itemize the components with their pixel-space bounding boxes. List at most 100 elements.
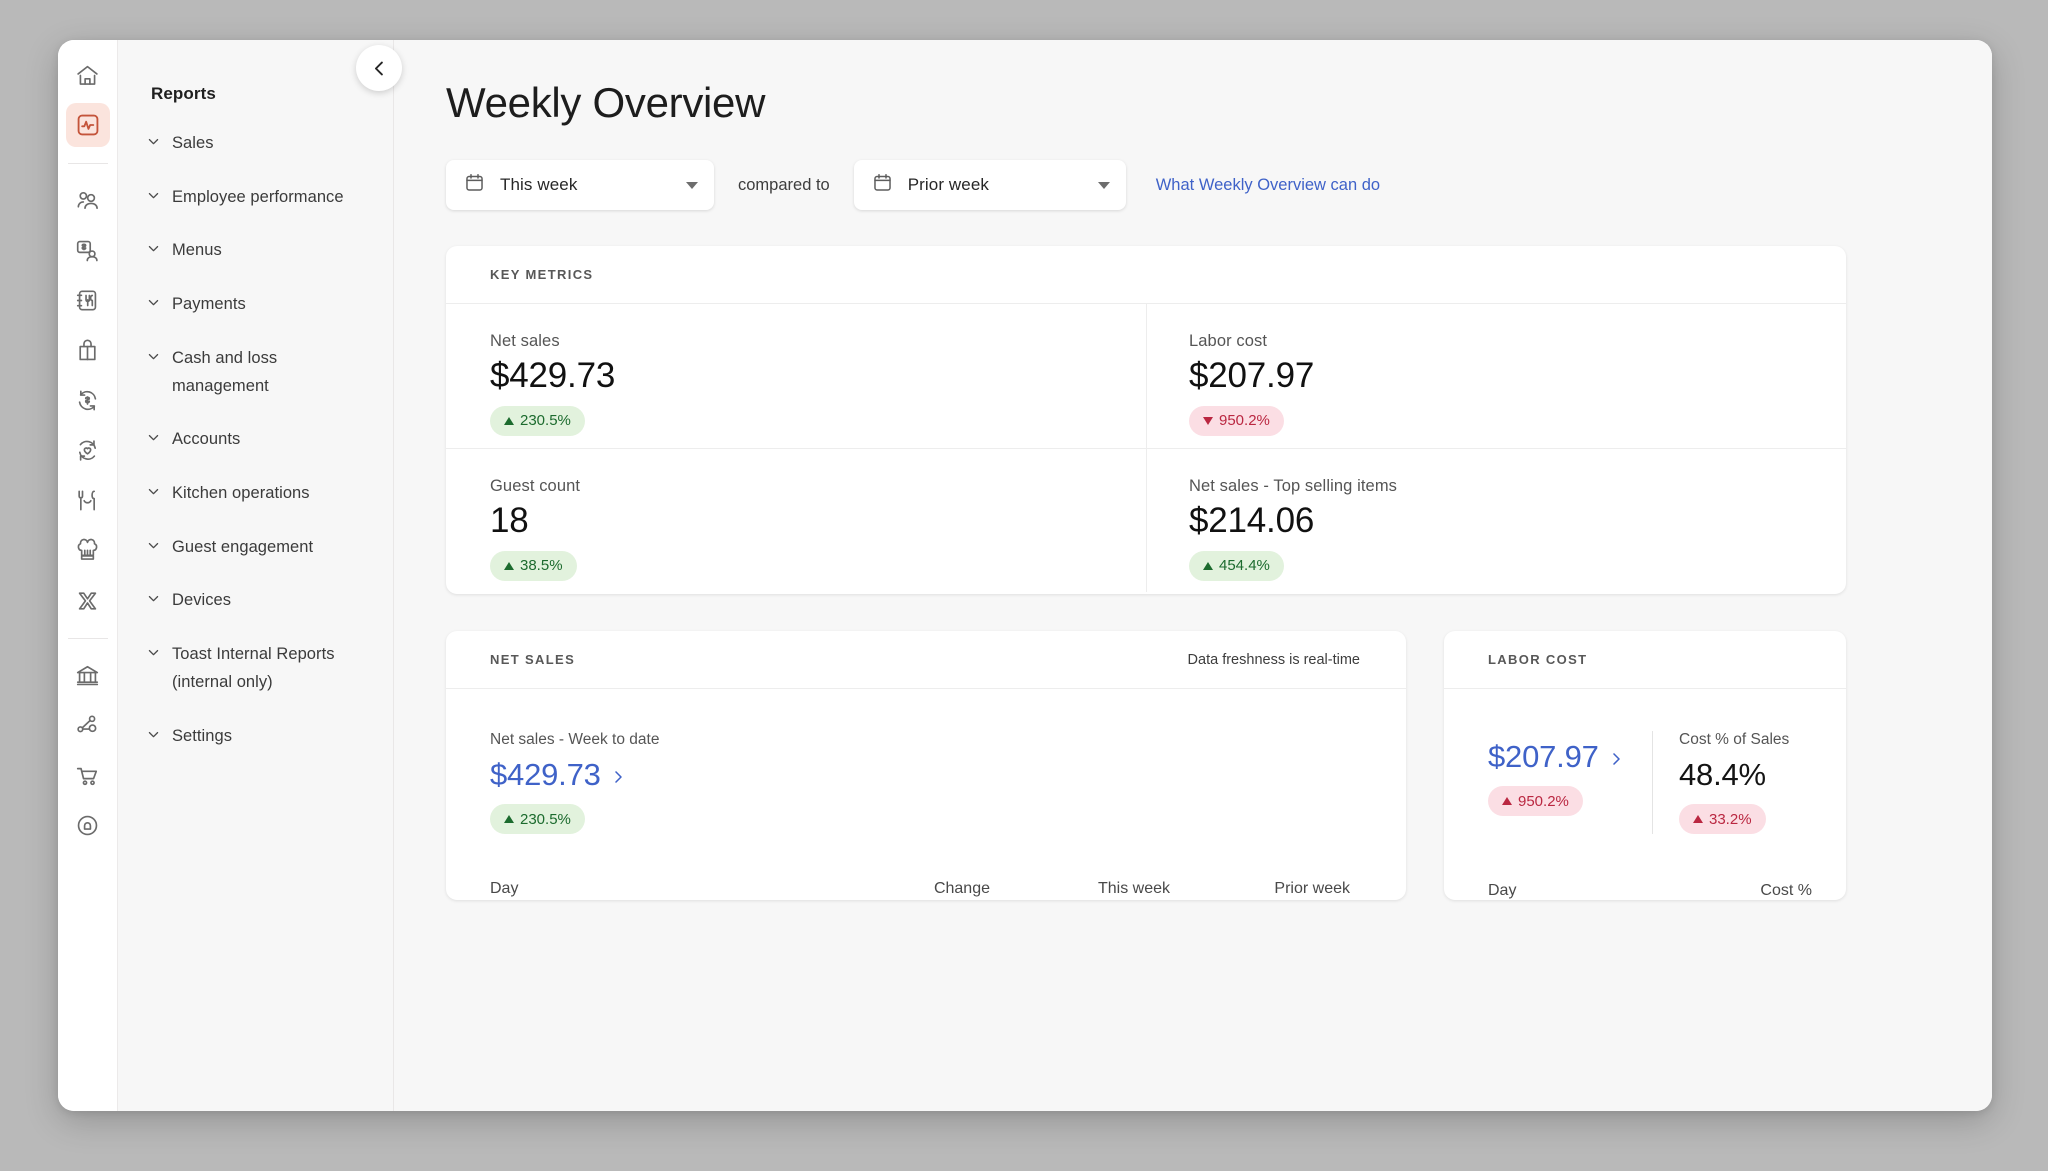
- column-header[interactable]: Day: [1488, 882, 1638, 900]
- sidebar-item-toast-internal-reports-internal-only[interactable]: Toast Internal Reports (internal only): [118, 641, 393, 696]
- sidebar-item-employee-performance[interactable]: Employee performance: [118, 184, 393, 212]
- chevron-left-icon: [370, 59, 389, 78]
- trend-down-icon: [1203, 417, 1213, 425]
- cost-pct-delta: 33.2%: [1709, 811, 1752, 828]
- sidebar-item-payments[interactable]: Payments: [118, 291, 393, 319]
- sidebar-item-sales[interactable]: Sales: [118, 130, 393, 158]
- dining-icon[interactable]: [66, 478, 110, 522]
- net-sales-value: $429.73: [490, 757, 601, 793]
- labor-cost-body: $207.97 950.2% Cost % of Sales 48.4%: [1444, 689, 1846, 834]
- sidebar-item-menus[interactable]: Menus: [118, 237, 393, 265]
- labor-cost-delta: 950.2%: [1518, 793, 1569, 810]
- integrations-icon[interactable]: [66, 703, 110, 747]
- data-freshness-note: Data freshness is real-time: [1188, 652, 1360, 668]
- cost-pct-delta-badge: 33.2%: [1679, 804, 1766, 834]
- key-metric-delta: 230.5%: [520, 412, 571, 429]
- key-metric-cell: Labor cost$207.97950.2%: [1146, 304, 1846, 448]
- sidebar-item-label: Kitchen operations: [172, 480, 310, 508]
- home-icon[interactable]: [66, 53, 110, 97]
- sidebar-item-cash-and-loss-management[interactable]: Cash and loss management: [118, 345, 393, 400]
- payroll-icon[interactable]: [66, 228, 110, 272]
- sidebar-item-label: Menus: [172, 237, 222, 265]
- column-header[interactable]: Prior week: [1170, 880, 1350, 898]
- key-metric-delta: 454.4%: [1219, 557, 1270, 574]
- key-metric-label: Net sales: [490, 332, 1146, 351]
- chevron-down-icon: [146, 538, 161, 558]
- chef-hat-icon[interactable]: [66, 528, 110, 572]
- key-metric-cell: Guest count1838.5%: [446, 448, 1146, 592]
- sidebar-title: Reports: [118, 84, 393, 104]
- trend-up-icon: [504, 815, 514, 823]
- net-sales-eyebrow: NET SALES: [490, 652, 575, 667]
- rail-divider-2: [68, 638, 108, 639]
- sidebar-item-kitchen-operations[interactable]: Kitchen operations: [118, 480, 393, 508]
- shopping-bag-icon[interactable]: [66, 328, 110, 372]
- what-weekly-overview-can-do-link[interactable]: What Weekly Overview can do: [1156, 176, 1380, 195]
- support-icon[interactable]: [66, 803, 110, 847]
- sidebar-item-label: Sales: [172, 130, 214, 158]
- loyalty-heart-icon[interactable]: [66, 428, 110, 472]
- key-metric-value: $214.06: [1189, 503, 1846, 540]
- key-metrics-card: KEY METRICS Net sales$429.73230.5%Labor …: [446, 246, 1846, 594]
- trend-up-icon: [1693, 815, 1703, 823]
- menu-book-icon[interactable]: [66, 278, 110, 322]
- trend-up-icon: [504, 562, 514, 570]
- labor-cost-header: LABOR COST: [1444, 631, 1846, 689]
- labor-cost-delta-badge: 950.2%: [1488, 786, 1583, 816]
- key-metric-delta-badge: 230.5%: [490, 406, 585, 436]
- calendar-icon: [464, 172, 485, 198]
- detail-cards-row: NET SALES Data freshness is real-time Ne…: [446, 631, 1992, 900]
- net-sales-value-link[interactable]: $429.73: [490, 757, 1362, 793]
- page-title: Weekly Overview: [446, 80, 1992, 126]
- sidebar-item-devices[interactable]: Devices: [118, 587, 393, 615]
- sidebar-item-label: Accounts: [172, 426, 240, 454]
- filter-bar: This week compared to Prior week What We…: [446, 160, 1992, 210]
- key-metric-label: Guest count: [490, 477, 1146, 496]
- sidebar-item-accounts[interactable]: Accounts: [118, 426, 393, 454]
- chevron-down-icon: [146, 645, 161, 665]
- chevron-down-icon: [146, 295, 161, 315]
- money-cycle-icon[interactable]: [66, 378, 110, 422]
- column-header[interactable]: Change: [790, 880, 990, 898]
- key-metrics-grid: Net sales$429.73230.5%Labor cost$207.979…: [446, 304, 1846, 592]
- calendar-icon: [872, 172, 893, 198]
- chevron-right-icon: [610, 757, 626, 793]
- chevron-right-icon: [1608, 739, 1624, 775]
- cost-pct-block: Cost % of Sales 48.4% 33.2%: [1652, 731, 1789, 834]
- chevron-down-icon: [146, 349, 161, 369]
- date-range-select[interactable]: This week: [446, 160, 714, 210]
- chevron-down-icon: [146, 484, 161, 504]
- employees-icon[interactable]: [66, 178, 110, 222]
- key-metric-delta: 38.5%: [520, 557, 563, 574]
- chevron-down-icon: [686, 182, 698, 189]
- collapse-sidebar-button[interactable]: [356, 45, 402, 91]
- key-metric-label: Labor cost: [1189, 332, 1846, 351]
- key-metrics-header: KEY METRICS: [446, 246, 1846, 304]
- sidebar-item-label: Payments: [172, 291, 246, 319]
- cart-icon[interactable]: [66, 753, 110, 797]
- cost-pct-value: 48.4%: [1679, 757, 1789, 793]
- chevron-down-icon: [146, 591, 161, 611]
- analytics-icon[interactable]: [66, 103, 110, 147]
- chevron-down-icon: [1098, 182, 1110, 189]
- toast-x-icon[interactable]: [66, 578, 110, 622]
- sidebar-item-label: Toast Internal Reports (internal only): [172, 641, 363, 696]
- column-header[interactable]: Cost %: [1638, 882, 1812, 900]
- sidebar-item-guest-engagement[interactable]: Guest engagement: [118, 534, 393, 562]
- chevron-down-icon: [146, 134, 161, 154]
- key-metric-label: Net sales - Top selling items: [1189, 477, 1846, 496]
- key-metric-delta-badge: 454.4%: [1189, 551, 1284, 581]
- comparison-range-select[interactable]: Prior week: [854, 160, 1126, 210]
- labor-cost-value-link[interactable]: $207.97: [1488, 739, 1638, 775]
- labor-cost-table-header: DayCost %: [1444, 882, 1846, 900]
- key-metric-delta-badge: 950.2%: [1189, 406, 1284, 436]
- sidebar-item-settings[interactable]: Settings: [118, 723, 393, 751]
- key-metric-cell: Net sales$429.73230.5%: [446, 304, 1146, 448]
- sidebar-item-label: Devices: [172, 587, 231, 615]
- column-header[interactable]: This week: [990, 880, 1170, 898]
- column-header[interactable]: Day: [490, 880, 790, 898]
- bank-icon[interactable]: [66, 653, 110, 697]
- sidebar-item-label: Settings: [172, 723, 232, 751]
- reports-sidebar: Reports Sales Employee performance Menus Pa…: [118, 40, 394, 1111]
- net-sales-body: Net sales - Week to date $429.73 230.5%: [446, 689, 1406, 834]
